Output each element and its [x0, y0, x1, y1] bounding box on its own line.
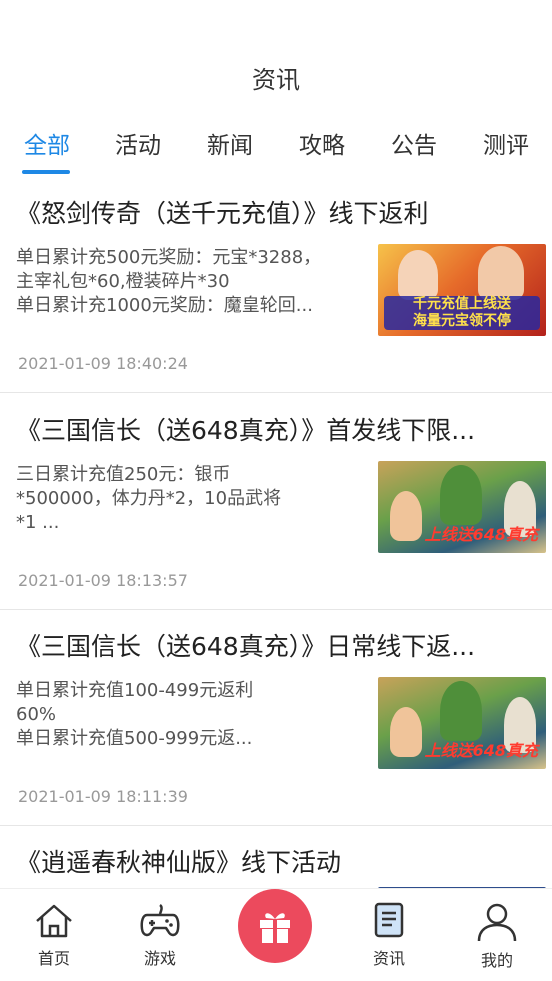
character-figure: [398, 250, 438, 300]
tab-all[interactable]: 全部: [12, 126, 82, 166]
tabbar-label: 首页: [37, 949, 70, 968]
character-figure: [440, 681, 482, 741]
tabbar-home[interactable]: 首页: [14, 901, 94, 969]
gift-icon: [260, 913, 290, 943]
article-timestamp: 2021-01-09 18:13:57: [18, 571, 188, 590]
tabbar-label: 游戏: [143, 949, 176, 968]
article-summary: 三日累计充值250元：银币 *500000，体力丹*2，10品武将 *1 ...: [16, 463, 368, 535]
divider: [0, 392, 552, 393]
divider: [0, 609, 552, 610]
article-thumbnail: 千元充值上线送 海量元宝领不停: [378, 244, 546, 336]
article-title: 《怒剑传奇（送千元充值）》线下返利: [16, 199, 429, 228]
tabbar-label: 我的: [480, 951, 513, 970]
article-item[interactable]: 《三国信长（送648真充）》日常线下返... 单日累计充值100-499元返利 …: [0, 613, 552, 827]
article-title: 《逍遥春秋神仙版》线下活动: [16, 848, 342, 877]
article-item[interactable]: 《怒剑传奇（送千元充值）》线下返利 单日累计充500元奖励：元宝*3288， 主…: [0, 180, 552, 394]
news-icon: [374, 902, 404, 938]
article-timestamp: 2021-01-09 18:11:39: [18, 787, 188, 806]
character-figure: [390, 707, 422, 757]
article-timestamp: 2021-01-09 18:40:24: [18, 354, 188, 373]
article-item[interactable]: 《三国信长（送648真充）》首发线下限... 三日累计充值250元：银币 *50…: [0, 397, 552, 611]
profile-icon: [477, 903, 517, 942]
summary-line: 单日累计充500元奖励：元宝*3288，: [16, 247, 322, 268]
thumbnail-banner: 千元充值上线送 海量元宝领不停: [384, 296, 540, 330]
thumbnail-caption: 上线送648真充: [424, 741, 538, 760]
tab-guides[interactable]: 攻略: [287, 126, 357, 166]
summary-line: *1 ...: [16, 512, 60, 533]
summary-line: 主宰礼包*60,橙装碎片*30: [16, 271, 230, 292]
gamepad-icon: [140, 903, 180, 937]
active-tab-indicator: [22, 170, 70, 174]
home-icon: [36, 904, 72, 938]
tabbar-mine[interactable]: 我的: [457, 901, 537, 971]
article-title: 《三国信长（送648真充）》日常线下返...: [16, 632, 476, 661]
character-figure: [390, 491, 422, 541]
article-summary: 单日累计充值100-499元返利 60% 单日累计充值500-999元返...: [16, 679, 368, 751]
summary-line: 单日累计充值500-999元返...: [16, 728, 253, 749]
article-summary: 单日累计充500元奖励：元宝*3288， 主宰礼包*60,橙装碎片*30 单日累…: [16, 246, 368, 318]
article-thumbnail: 上线送648真充: [378, 461, 546, 553]
article-thumbnail: 上线送648真充: [378, 677, 546, 769]
tab-news[interactable]: 新闻: [195, 126, 265, 166]
tab-notices[interactable]: 公告: [379, 126, 449, 166]
divider: [0, 825, 552, 826]
thumbnail-caption: 上线送648真充: [424, 525, 538, 544]
tab-reviews[interactable]: 测评: [471, 126, 541, 166]
bottom-tab-bar: 首页 游戏 资讯 我的: [0, 888, 552, 981]
tabbar-label: 资讯: [372, 949, 405, 968]
article-title: 《三国信长（送648真充）》首发线下限...: [16, 416, 476, 445]
summary-line: *500000，体力丹*2，10品武将: [16, 488, 282, 509]
summary-line: 单日累计充1000元奖励：魔皇轮回...: [16, 295, 313, 316]
header: 资讯: [0, 0, 552, 110]
summary-line: 三日累计充值250元：银币: [16, 464, 231, 485]
character-figure: [478, 246, 524, 300]
summary-line: 单日累计充值100-499元返利: [16, 680, 254, 701]
article-item[interactable]: 《逍遥春秋神仙版》线下活动: [0, 829, 552, 897]
page-title: 资讯: [252, 66, 300, 94]
tabbar-games[interactable]: 游戏: [120, 901, 200, 969]
tabbar-news[interactable]: 资讯: [349, 901, 429, 969]
gift-button[interactable]: [238, 889, 312, 963]
summary-line: 60%: [16, 704, 57, 725]
character-figure: [440, 465, 482, 525]
tab-events[interactable]: 活动: [103, 126, 173, 166]
category-tabs: 全部 活动 新闻 攻略 公告 测评: [0, 126, 552, 176]
